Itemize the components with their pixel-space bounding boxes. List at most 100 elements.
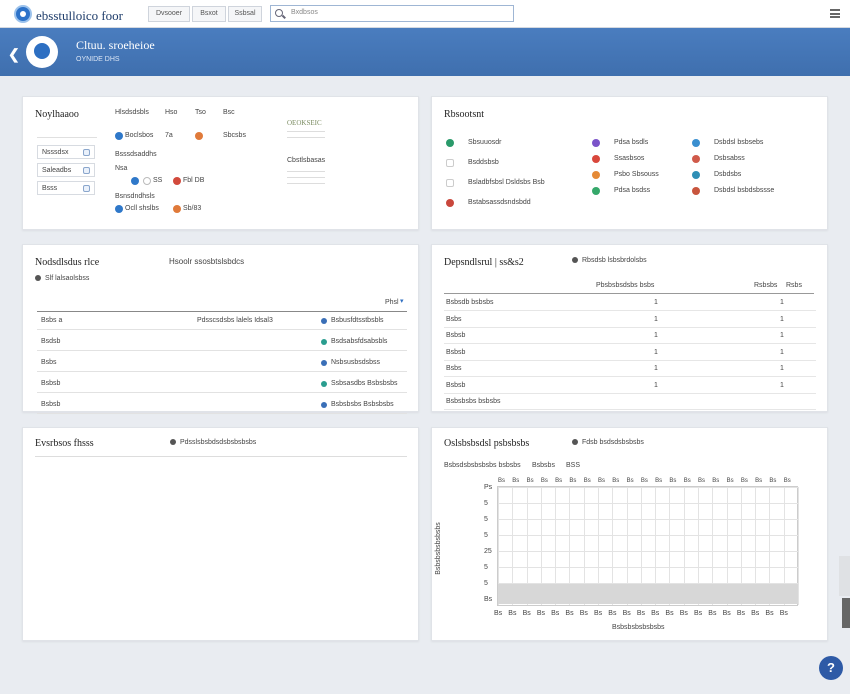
row-divider [37,329,407,330]
x-tick-label-bottom: Bs [608,610,617,617]
table-row-name: Bsbs a [41,317,63,324]
table-row-status[interactable]: Nsbsusbsdsbss [331,359,380,366]
row-divider [444,359,816,361]
resource-icon [592,171,600,179]
table-row-status[interactable]: Bsbsbsbs Bsbsbsbs [331,401,394,408]
status-dot-icon [131,177,139,185]
resource-icon [592,155,600,163]
scrollbar-handle[interactable] [842,598,850,628]
y-tick-label: 5 [484,516,488,523]
y-tick-label: 5 [484,580,488,587]
row-status-icon [321,339,327,345]
x-tick-label-bottom: Bs [779,610,788,617]
x-tick-label: Bs [626,478,634,484]
notification-field-3[interactable]: Bsss [37,181,95,195]
scrollbar-track[interactable] [839,556,850,596]
hamburger-menu-icon[interactable] [830,9,840,18]
page-control[interactable]: Phsl [385,299,399,306]
resource-item[interactable]: Pdsa bsdls [614,139,648,146]
link-icon [572,439,578,445]
table-row-name: Bsbsdb bsbsbs [446,299,494,306]
nav-button-1[interactable]: Dvsooer [148,6,190,22]
table-row-value: 1 [654,381,658,389]
resource-item[interactable]: Dsbdsbs [714,171,741,178]
notification-field-2[interactable]: Saleadbs [37,163,95,177]
events-title: Evsrbsos fhsss [35,438,94,449]
x-tick-label-bottom: Bs [565,610,574,617]
resource-icon [692,139,700,147]
side-label-2: Cbstlsbasas [287,157,326,164]
chart-link[interactable]: Fdsb bsdsdsbsbsbs [582,439,644,446]
nav-button-2[interactable]: Bsxot [192,6,226,22]
help-button[interactable]: ? [819,656,843,680]
x-tick-label: Bs [526,478,534,484]
table-header-rule [37,311,407,312]
chart-meta-3: BSS [566,462,581,469]
divider [287,171,325,172]
row-status-icon [321,318,327,324]
grid-line [498,487,798,488]
notification-field-1[interactable]: Nsssdsx [37,145,95,159]
events-link[interactable]: Pdsslsbsbdsdsbsbsbsbs [180,439,256,446]
table-row-value: 1 [780,299,784,306]
row-divider [444,326,816,328]
checkbox-icon[interactable] [83,149,90,156]
table-row-name: Bsbs [41,359,57,366]
row-divider [444,310,816,311]
resource-item[interactable]: Bsddsbsb [468,159,499,166]
link-icon [170,439,176,445]
back-chevron-icon[interactable]: ❮ [8,46,20,63]
app-name[interactable]: ebsstulloico foor [36,8,123,24]
dependencies-link[interactable]: Rbsdsb lsbsbrdolsbs [582,257,647,264]
dep-header-2: Rsbsbs [754,282,778,289]
table-row-detail: Pdsscsdsbs lalels Idsal3 [197,317,273,324]
x-tick-label: Bs [555,478,563,484]
notes-sub-label: Slf lalsaolsbss [45,275,90,282]
table-row-value: 1 [654,365,658,372]
filter-icon[interactable] [35,275,41,281]
x-tick-label-bottom: Bs [679,610,688,617]
resource-item[interactable]: Dsbdsl bsbdsbssse [714,187,774,194]
dependencies-panel: Depsndlsrul | ss&s2 Rbsdsb lsbsbrdolsbs … [431,244,828,412]
table-header-rule [444,293,814,294]
status-dot-icon [115,205,123,213]
x-tick-label: Bs [683,478,691,484]
resource-icon [446,179,454,187]
table-row-name: Bsbsb [446,381,466,389]
resource-item[interactable]: Dsbsabss [714,155,745,162]
row1-a: Boclsbos [125,132,154,139]
row-divider [37,392,407,393]
checkbox-icon[interactable] [83,167,90,174]
chart-y-label: Bsbsbsbsbsbsbs [434,522,442,575]
column-label-2: Hso [165,109,178,116]
y-tick-label: Ps [484,484,493,491]
x-tick-label-bottom: Bs [551,610,560,617]
page-arrow-icon[interactable]: ▾ [400,297,404,305]
resource-item[interactable]: Bstabsassdsndsbdd [468,199,531,206]
row2-b: SS [153,177,163,184]
page-title: Cltuu. sroeheioe [76,38,155,52]
table-row-status[interactable]: Ssbsasdbs Bsbsbsbs [331,380,398,387]
resource-icon [446,199,454,207]
table-row-status[interactable]: Bsdsabsfdsabsbls [331,338,387,345]
resource-item[interactable]: Pdsa bsdss [614,187,650,194]
table-row-value: 1 [780,381,784,389]
resource-item[interactable]: Ssasbsos [614,155,644,162]
nav-button-3[interactable]: Ssbsal [228,6,262,22]
field-label: Saleadbs [42,167,72,174]
divider [287,177,325,178]
chart-meta-2: Bsbsbs [532,462,555,469]
resource-item[interactable]: Sbsuuosdr [468,139,501,146]
resource-icon [692,155,700,163]
app-logo-icon[interactable] [14,5,32,23]
x-tick-label-bottom: Bs [722,610,731,617]
resource-item[interactable]: Psbo Sbsouss [614,171,659,178]
x-tick-label: Bs [755,478,763,484]
resource-item[interactable]: Bsladbfsbsl Dsldsbs Bsb [468,179,545,186]
notes-subtitle: Hsoolr ssosbtslsbdcs [169,257,245,266]
search-input[interactable]: Bxdbsos [270,5,514,22]
checkbox-icon[interactable] [83,185,90,192]
resource-item[interactable]: Dsbdsl bsbsebs [714,139,763,146]
grid-line [498,519,798,520]
table-row-status[interactable]: Bsbusfdtsstbsbls [331,317,384,324]
